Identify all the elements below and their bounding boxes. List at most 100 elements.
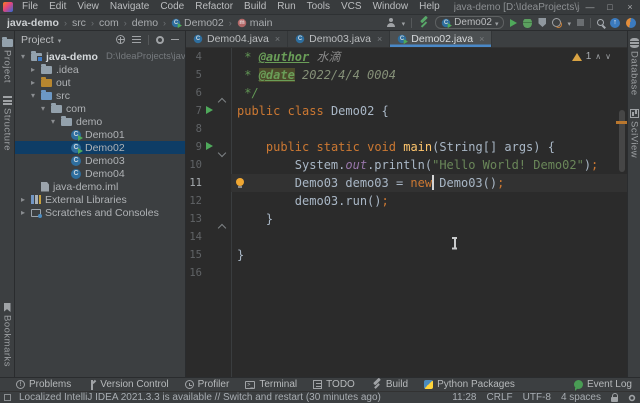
tree-item-com[interactable]: ▾ com	[15, 102, 185, 115]
code-line-5[interactable]: * @date 2022/4/4 0004	[231, 66, 627, 84]
menu-build[interactable]: Build	[240, 0, 270, 14]
warning-stripe-mark[interactable]	[616, 121, 627, 124]
breadcrumb-item-main[interactable]: main	[237, 17, 273, 29]
next-problem-icon[interactable]: ∨	[605, 52, 611, 61]
code-line-16[interactable]	[231, 264, 627, 282]
run-button-icon[interactable]	[510, 18, 518, 27]
tree-item-demo[interactable]: ▾ demo	[15, 115, 185, 128]
maximize-button[interactable]: □	[600, 0, 620, 14]
chevron-open-icon[interactable]: ▾	[19, 50, 27, 63]
menu-window[interactable]: Window	[369, 0, 413, 14]
editor[interactable]: 4 * @author 水滴 5 * @date 2022/4/4 0004 6 *…	[186, 48, 627, 377]
status-message[interactable]: Localized IntelliJ IDEA 2021.3.3 is avai…	[19, 392, 444, 403]
prev-problem-icon[interactable]: ∧	[595, 52, 601, 61]
notifications-icon[interactable]	[626, 17, 636, 28]
chevron-open-icon[interactable]: ▾	[49, 115, 57, 128]
menu-run[interactable]: Run	[273, 0, 299, 14]
chevron-open-icon[interactable]: ▾	[39, 102, 47, 115]
tree-item-external-libraries[interactable]: ▸ External Libraries	[15, 193, 185, 206]
menu-refactor[interactable]: Refactor	[191, 0, 237, 14]
chevron-down-icon[interactable]	[402, 17, 406, 29]
build-hammer-icon[interactable]	[418, 17, 429, 28]
toolwindow-event-log[interactable]: Event Log	[573, 379, 632, 391]
settings-gear-icon[interactable]	[156, 35, 164, 44]
code-line-8[interactable]	[231, 120, 627, 138]
run-line-icon[interactable]	[202, 105, 216, 117]
menu-view[interactable]: View	[73, 0, 103, 14]
menu-vcs[interactable]: VCS	[337, 0, 366, 14]
run-configuration-select[interactable]: Demo02	[435, 16, 505, 29]
breadcrumb-item-demo[interactable]: demo	[132, 17, 158, 29]
toolwindow-todo[interactable]: TODO	[313, 379, 355, 390]
close-button[interactable]: ×	[620, 0, 640, 14]
status-gear-icon[interactable]	[628, 394, 636, 401]
tool-window-switcher-icon[interactable]	[4, 394, 11, 401]
menu-navigate[interactable]: Navigate	[106, 0, 153, 14]
tree-item-demo04[interactable]: Demo04	[15, 167, 185, 180]
tree-item-demo01[interactable]: Demo01	[15, 128, 185, 141]
toolwindow-version-control[interactable]: Version Control	[87, 379, 169, 390]
tab-demo03-java[interactable]: Demo03.java ×	[288, 31, 391, 47]
locate-file-icon[interactable]	[116, 35, 125, 44]
tree-item-demo03[interactable]: Demo03	[15, 154, 185, 167]
tree-item-java-demo-iml[interactable]: java-demo.iml	[15, 180, 185, 193]
chevron-closed-icon[interactable]: ▸	[29, 76, 37, 89]
debug-button-icon[interactable]	[523, 17, 533, 28]
scrollbar-thumb[interactable]	[619, 110, 625, 172]
chevron-down-icon[interactable]	[58, 34, 62, 46]
tab-demo04-java[interactable]: Demo04.java ×	[186, 31, 289, 47]
minimize-button[interactable]: —	[580, 0, 600, 14]
toolwindow-build[interactable]: Build	[371, 379, 408, 390]
stripe-item-bookmarks[interactable]: Bookmarks	[2, 296, 13, 373]
close-tab-icon[interactable]: ×	[377, 34, 382, 44]
breadcrumb-item-demo02[interactable]: Demo02	[171, 17, 224, 29]
tree-item-java-demo[interactable]: ▾ java-demo D:\IdeaProjects\java-demo	[15, 50, 185, 63]
toolwindow-terminal[interactable]: Terminal	[245, 379, 297, 390]
tree-item-out[interactable]: ▸ out	[15, 76, 185, 89]
indent-widget[interactable]: 4 spaces	[561, 392, 601, 403]
stripe-item-project[interactable]: Project	[1, 31, 13, 89]
project-panel-title[interactable]: Project	[21, 34, 54, 46]
code-line-10[interactable]: System.out.println("Hello World! Demo02"…	[231, 156, 627, 174]
menu-tools[interactable]: Tools	[303, 0, 334, 14]
tree-item-src[interactable]: ▾ src	[15, 89, 185, 102]
code-line-7[interactable]: public class Demo02 {	[231, 102, 627, 120]
code-line-6[interactable]: */	[231, 84, 627, 102]
stripe-item-sciview[interactable]: SciView	[629, 102, 640, 164]
stripe-item-structure[interactable]: Structure	[2, 89, 13, 157]
toolwindow-problems[interactable]: Problems	[16, 379, 71, 390]
encoding-widget[interactable]: UTF-8	[523, 392, 551, 403]
hide-panel-icon[interactable]	[171, 38, 179, 41]
code-line-11[interactable]: Demo03 demo03 = new Demo03();	[231, 174, 627, 192]
coverage-button-icon[interactable]	[538, 18, 547, 27]
line-separator-widget[interactable]: CRLF	[487, 392, 513, 403]
chevron-closed-icon[interactable]: ▸	[19, 193, 27, 206]
code-with-me-icon[interactable]	[387, 18, 396, 27]
run-line-icon[interactable]	[202, 141, 216, 153]
inspections-widget[interactable]: 1 ∧ ∨	[571, 51, 611, 62]
menu-code[interactable]: Code	[156, 0, 188, 14]
chevron-down-icon[interactable]	[567, 17, 571, 29]
chevron-closed-icon[interactable]: ▸	[29, 63, 37, 76]
tab-demo02-java[interactable]: Demo02.java ×	[390, 31, 493, 47]
caret-position-widget[interactable]: 11:28	[452, 392, 476, 403]
menu-help[interactable]: Help	[415, 0, 444, 14]
close-tab-icon[interactable]: ×	[275, 34, 280, 44]
code-line-13[interactable]: }	[231, 210, 627, 228]
chevron-closed-icon[interactable]: ▸	[19, 206, 27, 219]
intention-bulb-icon[interactable]	[236, 178, 244, 188]
menu-file[interactable]: File	[18, 0, 42, 14]
stripe-item-database[interactable]: Database	[629, 31, 640, 102]
collapse-all-icon[interactable]	[132, 36, 141, 43]
tree-item-idea[interactable]: ▸ .idea	[15, 63, 185, 76]
toolwindow-python-packages[interactable]: Python Packages	[424, 379, 515, 390]
code-line-12[interactable]: demo03.run();	[231, 192, 627, 210]
tree-item-scratches-and-consoles[interactable]: ▸ Scratches and Consoles	[15, 206, 185, 219]
menu-edit[interactable]: Edit	[45, 0, 70, 14]
tree-item-demo02[interactable]: Demo02	[15, 141, 185, 154]
breadcrumb-item-com[interactable]: com	[99, 17, 119, 29]
update-available-icon[interactable]	[610, 17, 620, 28]
toolwindow-profiler[interactable]: Profiler	[184, 379, 229, 390]
code-line-4[interactable]: * @author 水滴	[231, 48, 627, 66]
breadcrumb-item-java-demo[interactable]: java-demo	[7, 17, 59, 29]
